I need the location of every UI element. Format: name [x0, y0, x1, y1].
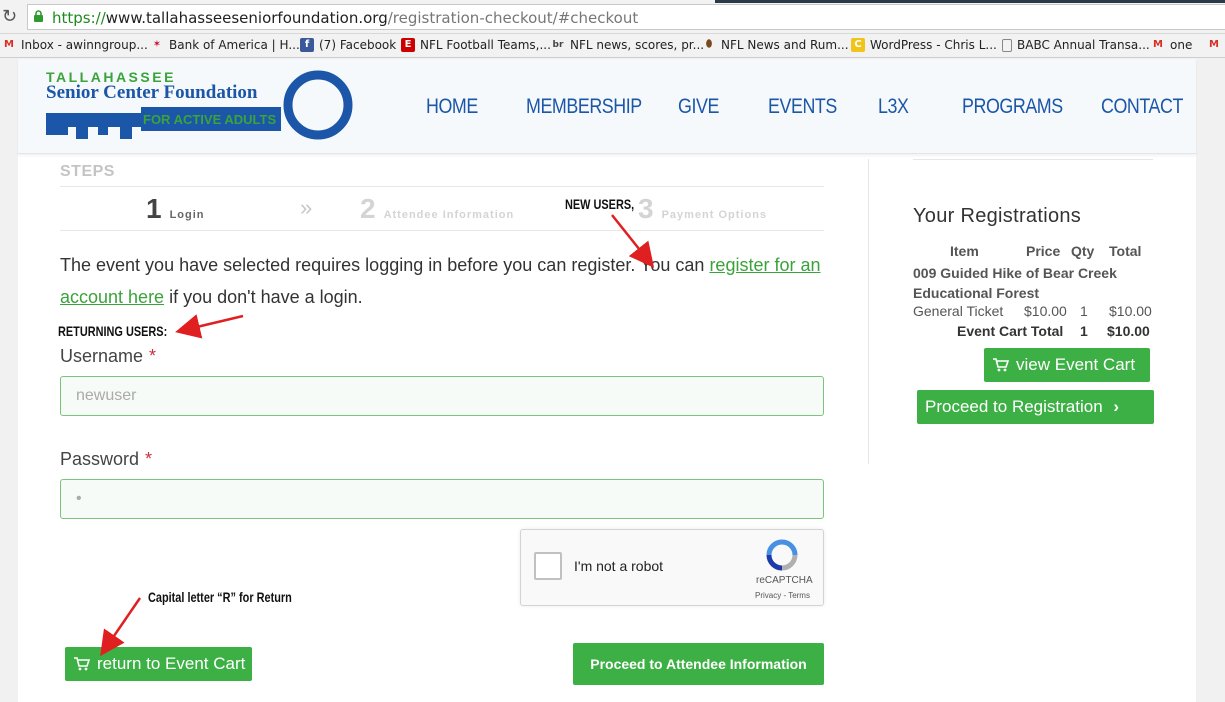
arrow-capital-r	[100, 597, 142, 657]
arrow-returning-users	[175, 314, 244, 339]
annotation-arrows	[100, 214, 655, 657]
arrow-new-users	[611, 214, 655, 268]
